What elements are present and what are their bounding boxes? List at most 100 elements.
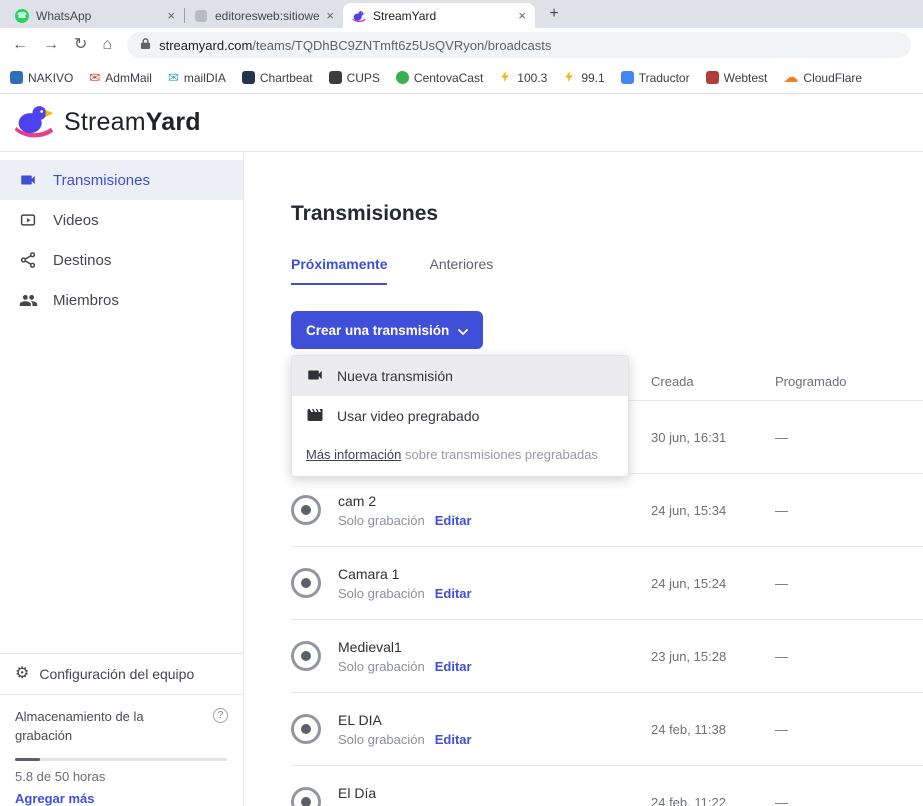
- scheduled-cell: —: [775, 649, 923, 664]
- record-icon: [291, 714, 321, 744]
- edit-link[interactable]: Editar: [435, 659, 472, 674]
- camera-icon: [306, 366, 324, 387]
- bookmark-cups[interactable]: CUPS: [329, 71, 380, 85]
- webtest-icon: [706, 71, 719, 84]
- tab-anteriores[interactable]: Anteriores: [429, 256, 493, 285]
- cloud-icon: ☁: [783, 70, 798, 85]
- table-row: El Día Solo grabaciónEditar 24 feb, 11:2…: [291, 766, 923, 806]
- tab-eldia[interactable]: editoresweb:sitioweb:eldia.co ×: [185, 3, 343, 28]
- address-bar[interactable]: streamyard.com/teams/TQDhBC9ZNTmft6z5UsQ…: [127, 32, 911, 58]
- new-tab-button[interactable]: +: [543, 3, 565, 25]
- help-icon[interactable]: ?: [213, 708, 228, 723]
- sidebar: Transmisiones Videos Destinos Miembros ⚙…: [0, 152, 244, 806]
- tab-whatsapp[interactable]: ☎ WhatsApp ×: [6, 3, 184, 28]
- back-icon[interactable]: ←: [12, 37, 28, 53]
- centovacast-icon: [396, 71, 409, 84]
- broadcast-tabs: Próximamente Anteriores: [291, 256, 923, 285]
- page-title: Transmisiones: [291, 202, 923, 226]
- scheduled-cell: —: [775, 430, 923, 445]
- scheduled-cell: —: [775, 795, 923, 806]
- nakivo-icon: [10, 71, 23, 84]
- app-header: StreamYard: [0, 94, 923, 152]
- created-cell: 23 jun, 15:28: [651, 649, 775, 664]
- broadcast-title: Medieval1: [338, 639, 472, 655]
- url-host: streamyard.com: [159, 38, 252, 53]
- cups-icon: [329, 71, 342, 84]
- broadcast-title: El Día: [338, 785, 472, 801]
- close-icon[interactable]: ×: [326, 9, 334, 22]
- create-broadcast-button[interactable]: Crear una transmisión: [291, 311, 483, 349]
- people-icon: [18, 291, 38, 310]
- sidebar-item-team-settings[interactable]: ⚙ Configuración del equipo: [0, 653, 243, 695]
- edit-link[interactable]: Editar: [435, 732, 472, 747]
- chevron-down-icon: [458, 323, 468, 338]
- site-favicon-icon: [194, 9, 208, 23]
- record-icon: [291, 495, 321, 525]
- tab-title: WhatsApp: [36, 9, 160, 23]
- menu-item-new-broadcast[interactable]: Nueva transmisión: [292, 356, 628, 396]
- tab-proximamente[interactable]: Próximamente: [291, 256, 387, 285]
- record-icon: [291, 641, 321, 671]
- mail-icon: ✉: [168, 71, 179, 84]
- record-icon: [291, 787, 321, 806]
- sidebar-item-destinos[interactable]: Destinos: [0, 240, 243, 280]
- created-cell: 24 feb, 11:38: [651, 722, 775, 737]
- table-row: cam 2 Solo grabaciónEditar 24 jun, 15:34…: [291, 474, 923, 547]
- learn-more-link[interactable]: Más información: [306, 447, 401, 462]
- bookmark-100-3[interactable]: 100.3: [499, 70, 547, 86]
- tab-title: StreamYard: [373, 9, 511, 23]
- close-icon[interactable]: ×: [167, 9, 175, 22]
- bookmark-admmail[interactable]: ✉AdmMail: [89, 71, 152, 85]
- table-row: Camara 1 Solo grabaciónEditar 24 jun, 15…: [291, 547, 923, 620]
- add-more-link[interactable]: Agregar más: [15, 791, 94, 806]
- sidebar-item-label: Destinos: [53, 252, 111, 269]
- bookmark-centovacast[interactable]: CentovaCast: [396, 71, 483, 85]
- close-icon[interactable]: ×: [518, 9, 526, 22]
- sidebar-item-videos[interactable]: Videos: [0, 200, 243, 240]
- forward-icon[interactable]: →: [43, 37, 59, 53]
- address-bar-row: ← → ↻ ⌂ streamyard.com/teams/TQDhBC9ZNTm…: [0, 28, 923, 62]
- created-cell: 24 jun, 15:34: [651, 503, 775, 518]
- home-icon[interactable]: ⌂: [102, 37, 112, 53]
- sidebar-item-miembros[interactable]: Miembros: [0, 280, 243, 320]
- lock-icon: [140, 37, 151, 53]
- tab-title: editoresweb:sitioweb:eldia.co: [215, 9, 319, 23]
- table-row: Medieval1 Solo grabaciónEditar 23 jun, 1…: [291, 620, 923, 693]
- bookmark-chartbeat[interactable]: Chartbeat: [242, 71, 313, 85]
- tab-streamyard[interactable]: StreamYard ×: [343, 3, 535, 28]
- streamyard-logo-icon[interactable]: [14, 101, 54, 144]
- broadcast-camera-icon: [18, 171, 38, 189]
- sidebar-item-transmisiones[interactable]: Transmisiones: [0, 160, 243, 200]
- video-player-icon: [18, 211, 38, 229]
- broadcast-title: Camara 1: [338, 566, 472, 582]
- translate-icon: [621, 71, 634, 84]
- menu-item-prerecorded-video[interactable]: Usar video pregrabado: [292, 396, 628, 436]
- bookmark-nakivo[interactable]: NAKIVO: [10, 71, 73, 85]
- create-dropdown-menu: Nueva transmisión Usar video pregrabado …: [291, 355, 629, 477]
- bookmark-webtest[interactable]: Webtest: [706, 71, 768, 85]
- bookmark-traductor[interactable]: Traductor: [621, 71, 690, 85]
- storage-progress-fill: [15, 758, 40, 761]
- column-header-scheduled: Programado: [775, 374, 923, 389]
- bookmark-99-1[interactable]: 99.1: [563, 70, 604, 86]
- storage-usage: 5.8 de 50 horas: [15, 769, 228, 784]
- browser-tab-strip: ☎ WhatsApp × editoresweb:sitioweb:eldia.…: [0, 0, 923, 28]
- reload-icon[interactable]: ↻: [74, 37, 87, 53]
- url-path: /teams/TQDhBC9ZNTmft6z5UsQVRyon/broadcas…: [252, 38, 551, 53]
- bookmark-maildia[interactable]: ✉mailDIA: [168, 71, 226, 85]
- sidebar-item-label: Transmisiones: [53, 172, 150, 189]
- record-icon: [291, 568, 321, 598]
- sidebar-item-label: Miembros: [53, 292, 119, 309]
- gear-icon: ⚙: [15, 666, 29, 682]
- scheduled-cell: —: [775, 503, 923, 518]
- bookmark-cloudflare[interactable]: ☁CloudFlare: [783, 70, 862, 85]
- table-row: EL DIA Solo grabaciónEditar 24 feb, 11:3…: [291, 693, 923, 766]
- edit-link[interactable]: Editar: [435, 586, 472, 601]
- storage-section: Almacenamiento de la grabación ? 5.8 de …: [0, 695, 243, 806]
- main-content: Transmisiones Próximamente Anteriores Cr…: [244, 152, 923, 806]
- lightning-icon: [563, 70, 576, 86]
- created-cell: 24 feb, 11:22: [651, 795, 775, 806]
- brand-title: StreamYard: [64, 108, 201, 137]
- edit-link[interactable]: Editar: [435, 513, 472, 528]
- storage-progress-bar: [15, 758, 227, 761]
